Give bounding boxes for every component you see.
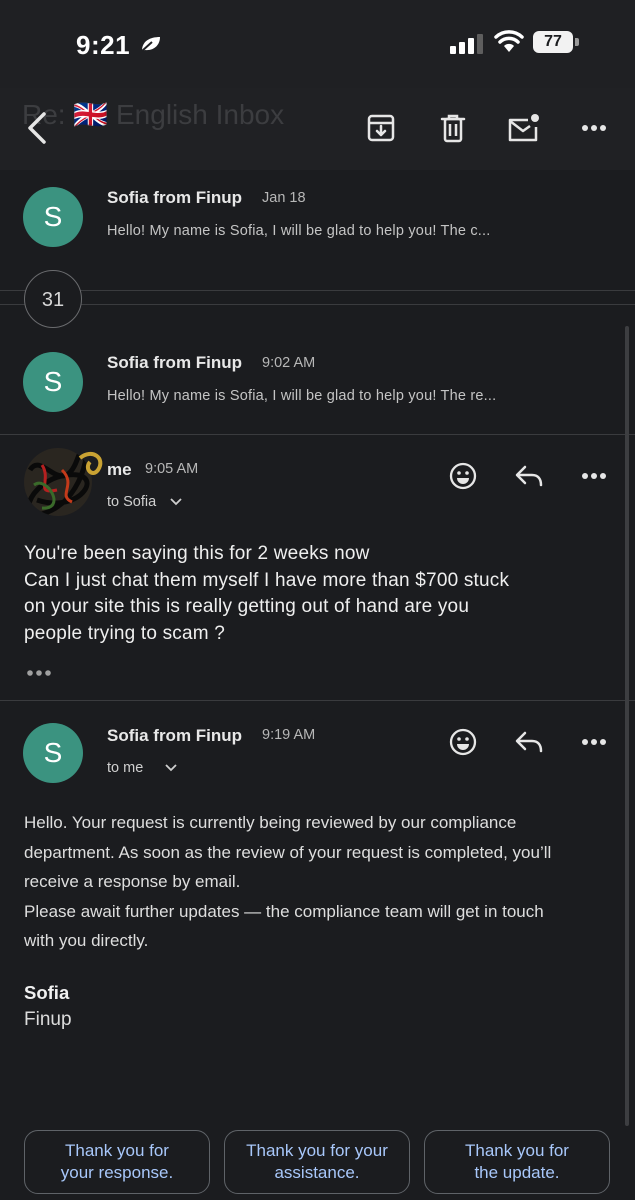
collapsed-divider-top <box>0 290 635 291</box>
trash-icon <box>440 114 466 143</box>
focus-leaf-icon <box>141 37 160 52</box>
body-line: with you directly. <box>24 931 149 950</box>
mark-unread-button[interactable] <box>503 106 543 150</box>
wifi-icon <box>494 30 524 52</box>
message-divider <box>0 700 635 701</box>
message-time: 9:19 AM <box>262 727 316 743</box>
recipient-label: to Sofia <box>107 494 157 510</box>
message-date: 9:02 AM <box>262 355 316 371</box>
body-line: on your site this is really getting out … <box>24 596 470 617</box>
chip-line: assistance. <box>274 1163 360 1182</box>
smart-reply-chip[interactable]: Thank you for the update. <box>424 1130 610 1194</box>
thread-message-collapsed[interactable]: S Sofia from Finup Jan 18 Hello! My name… <box>0 170 635 270</box>
faded-subject-title: Re: 🇬🇧 English Inbox <box>22 99 285 130</box>
avatar: S <box>23 723 83 783</box>
my-avatar <box>24 448 103 516</box>
emoji-icon <box>449 728 477 756</box>
reply-button[interactable] <box>509 722 549 762</box>
more-options-button[interactable] <box>574 106 614 150</box>
body-line: receive a response by email. <box>24 872 241 891</box>
body-line: You're been saying this for 2 weeks now <box>24 543 370 564</box>
signature-name: Sofia <box>24 982 70 1003</box>
archive-button[interactable] <box>361 106 401 150</box>
archive-icon <box>367 114 395 142</box>
message-date: Jan 18 <box>262 190 306 206</box>
battery-level: 77 <box>533 31 573 53</box>
chip-line: Thank you for <box>465 1141 569 1160</box>
reply-icon <box>515 731 543 753</box>
recipient-toggle[interactable]: to me <box>107 760 177 776</box>
more-vert-icon <box>582 125 606 131</box>
recipient-toggle[interactable]: to Sofia <box>107 494 182 510</box>
reply-button[interactable] <box>509 456 549 496</box>
message-snippet: Hello! My name is Sofia, I will be glad … <box>107 388 497 404</box>
reply-icon <box>515 465 543 487</box>
react-button[interactable] <box>443 722 483 762</box>
collapsed-messages-count[interactable]: 31 <box>24 270 82 328</box>
chevron-down-icon <box>170 498 182 506</box>
thread-message-collapsed[interactable]: S Sofia from Finup 9:02 AM Hello! My nam… <box>0 335 635 435</box>
avatar: S <box>23 352 83 412</box>
collapsed-divider-bottom <box>0 304 635 305</box>
signature-org: Finup <box>24 1009 72 1030</box>
signal-icon <box>450 34 483 54</box>
chip-line: Thank you for your <box>246 1141 388 1160</box>
message-divider <box>0 434 635 435</box>
body-line: people trying to scam ? <box>24 622 226 644</box>
smart-reply-chip[interactable]: Thank you for your response. <box>24 1130 210 1194</box>
chevron-down-icon <box>165 764 177 772</box>
sender-name: Sofia from Finup <box>107 188 243 207</box>
smart-reply-chip[interactable]: Thank you for your assistance. <box>224 1130 410 1194</box>
message-body: You're been saying this for 2 weeks now … <box>24 541 619 647</box>
sender-name: me <box>107 460 132 479</box>
battery-indicator: 77 <box>533 31 579 53</box>
react-button[interactable] <box>443 456 483 496</box>
more-vert-icon <box>582 739 606 745</box>
body-line: department. As soon as the review of you… <box>24 842 552 862</box>
back-arrow-icon <box>28 112 46 144</box>
emoji-icon <box>449 462 477 490</box>
more-vert-icon <box>582 473 606 479</box>
message-body: Hello. Your request is currently being r… <box>24 808 619 956</box>
body-line: Hello. Your request is currently being r… <box>24 813 517 832</box>
mark-unread-icon <box>508 114 539 142</box>
scrollbar[interactable] <box>625 326 629 1126</box>
delete-button[interactable] <box>433 106 473 150</box>
message-time: 9:05 AM <box>145 461 199 477</box>
body-line: Please await further updates — the compl… <box>24 901 544 921</box>
message-more-button[interactable] <box>574 456 614 496</box>
avatar: S <box>23 187 83 247</box>
back-button[interactable] <box>16 106 56 150</box>
message-snippet: Hello! My name is Sofia, I will be glad … <box>107 223 491 239</box>
message-more-button[interactable] <box>574 722 614 762</box>
show-trimmed-content-icon[interactable] <box>26 667 52 679</box>
recipient-label: to me <box>107 760 144 776</box>
battery-tip <box>575 38 579 46</box>
sender-name: Sofia from Finup <box>107 353 243 372</box>
body-line: Can I just chat them myself I have more … <box>24 569 510 591</box>
chip-line: your response. <box>60 1163 174 1182</box>
chip-line: the update. <box>474 1163 560 1182</box>
sender-name: Sofia from Finup <box>107 726 243 745</box>
chip-line: Thank you for <box>65 1141 169 1160</box>
status-time: 9:21 <box>76 30 131 60</box>
